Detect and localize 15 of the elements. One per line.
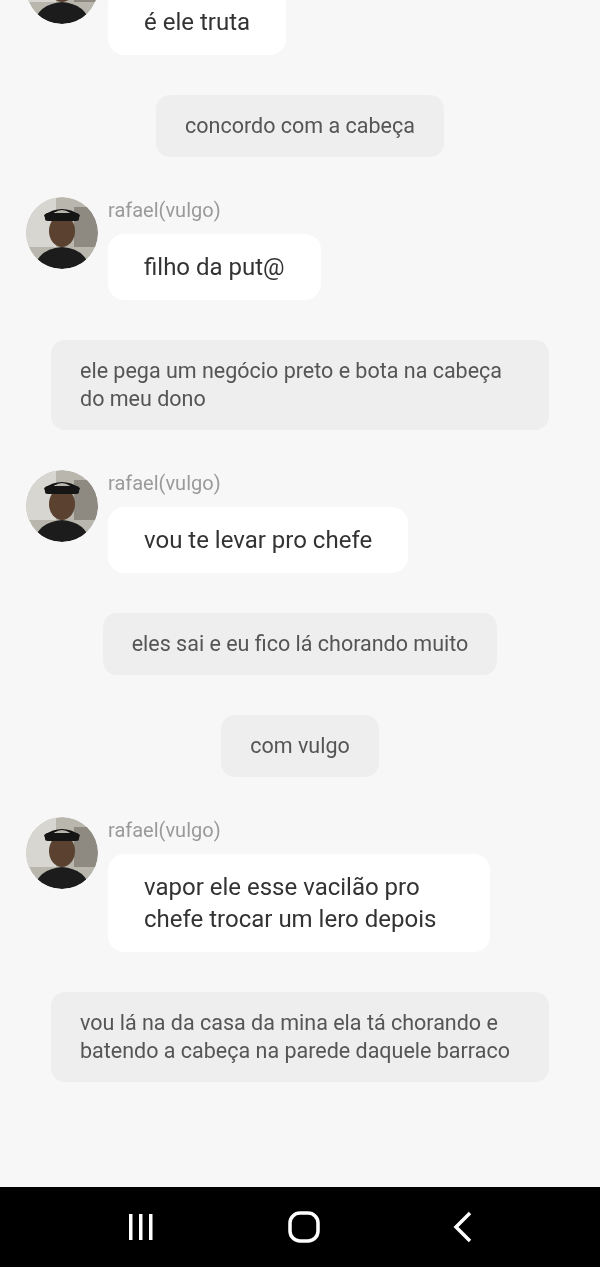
- message-bubble: é ele truta: [108, 0, 287, 55]
- message-bubble: vou te levar pro chefe: [108, 507, 409, 573]
- back-icon[interactable]: [453, 1211, 474, 1243]
- narration-bubble: eles sai e eu fico lá chorando muito: [102, 613, 498, 675]
- sender-name: rafael(vulgo): [108, 817, 221, 843]
- narration-bubble: concordo com a cabeça: [156, 95, 444, 157]
- home-icon[interactable]: [288, 1211, 320, 1243]
- narration-bubble: vou lá na da casa da mina ela tá chorando e batendo a cabeça na parede daquele barraco: [51, 992, 549, 1082]
- sender-name: rafael(vulgo): [108, 197, 221, 223]
- message-bubble: filho da put@: [108, 234, 321, 300]
- narration-bubble: ele pega um negócio preto e bota na cabeça do meu dono: [51, 340, 549, 430]
- recent-apps-icon[interactable]: [126, 1214, 155, 1240]
- sender-name: rafael(vulgo): [108, 470, 221, 496]
- narration-bubble: com vulgo: [221, 715, 379, 777]
- message-bubble: vapor ele esse vacilão pro chefe trocar um lero depois: [108, 854, 490, 952]
